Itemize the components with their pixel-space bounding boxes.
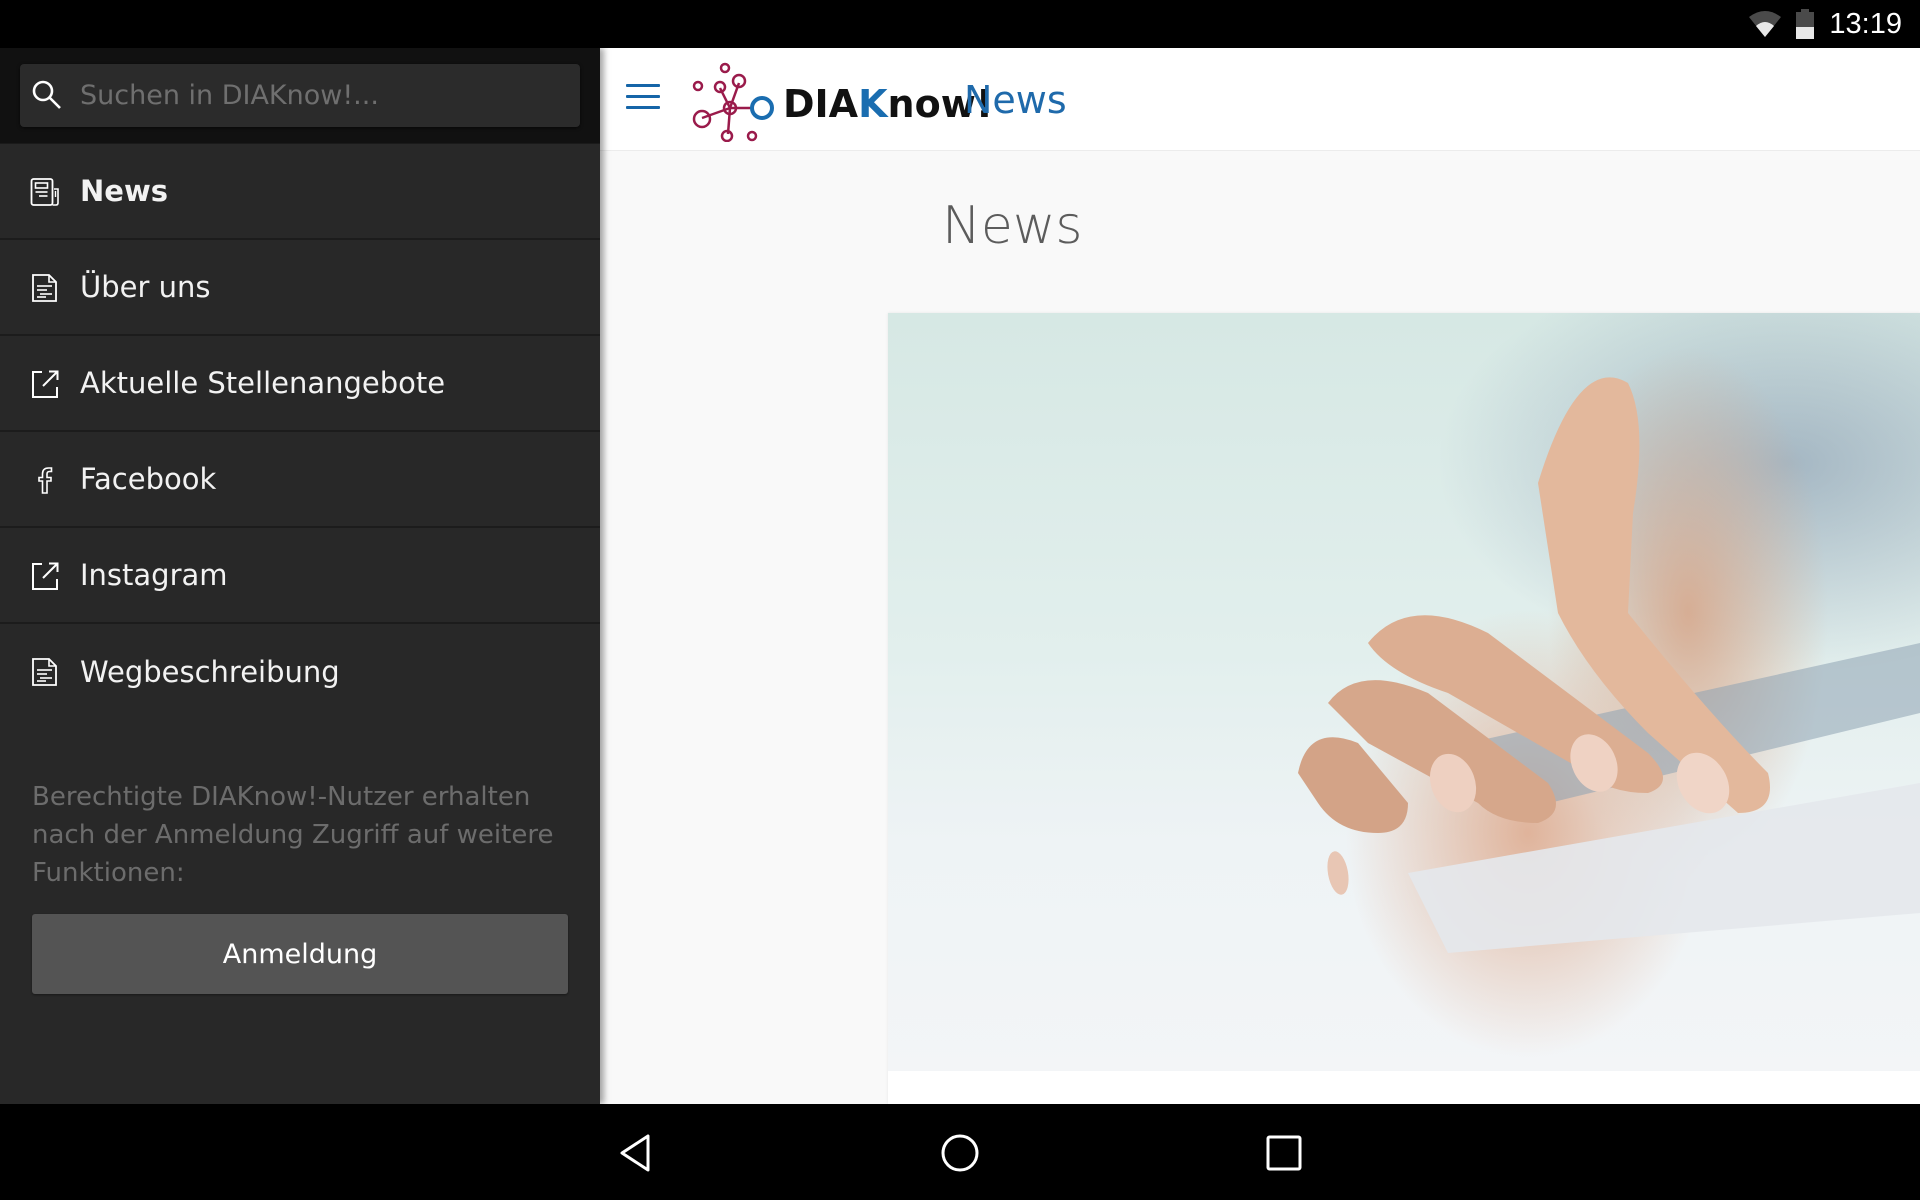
drawer-item-wegbeschreibung[interactable]: Wegbeschreibung	[0, 624, 600, 720]
document-icon	[32, 658, 57, 686]
page-title: News	[942, 196, 1083, 256]
drawer-item-label: Facebook	[80, 462, 217, 496]
search-box[interactable]	[20, 64, 580, 127]
drawer-item-news[interactable]: News	[0, 144, 600, 240]
battery-icon	[1795, 9, 1815, 39]
recents-button[interactable]	[1263, 1132, 1305, 1174]
main-content: DIAKnow! News News	[600, 48, 1920, 1104]
drawer-item-label: Über uns	[80, 270, 211, 304]
back-button[interactable]	[616, 1132, 658, 1174]
login-hint-text: Berechtigte DIAKnow!-Nutzer erhalten nac…	[32, 782, 554, 888]
drawer-item-instagram[interactable]: Instagram	[0, 528, 600, 624]
app-bar-title: News	[964, 78, 1067, 122]
menu-button[interactable]	[626, 84, 660, 114]
drawer-item-label: Aktuelle Stellenangebote	[80, 366, 446, 400]
system-navigation-bar	[0, 1104, 1920, 1200]
news-hero-image[interactable]	[888, 313, 1920, 1071]
status-bar: 13:19	[0, 0, 1920, 48]
drawer-item-facebook[interactable]: Facebook	[0, 432, 600, 528]
home-button[interactable]	[939, 1132, 981, 1174]
hamburger-icon-line	[626, 106, 660, 109]
brand-k: K	[858, 82, 888, 126]
search-input[interactable]	[20, 64, 580, 127]
external-link-icon	[32, 370, 59, 398]
drawer-item-label: Instagram	[80, 558, 228, 592]
newspaper-icon	[30, 178, 59, 206]
news-card[interactable]	[888, 313, 1920, 1104]
search-icon	[32, 80, 61, 109]
brand-prefix: DIA	[783, 82, 859, 126]
document-icon	[32, 274, 57, 302]
external-link-icon	[32, 562, 59, 590]
hamburger-icon-line	[626, 95, 660, 98]
facebook-icon	[38, 467, 53, 494]
drawer-menu: News Über uns Aktuelle Stellenangebote F…	[0, 144, 600, 720]
logo-icon	[692, 62, 774, 142]
app-bar: DIAKnow! News	[600, 48, 1920, 151]
brand-name: DIAKnow!	[783, 82, 993, 126]
wifi-icon	[1749, 11, 1782, 37]
status-icons: 13:19	[1749, 0, 1902, 48]
search-area	[0, 48, 600, 144]
drawer-item-label: Wegbeschreibung	[80, 655, 340, 689]
drawer-item-label: News	[80, 174, 168, 208]
hamburger-icon-line	[626, 84, 660, 87]
login-button[interactable]: Anmeldung	[32, 914, 568, 994]
drawer-item-ueber-uns[interactable]: Über uns	[0, 240, 600, 336]
status-time: 13:19	[1829, 7, 1902, 40]
hand-illustration	[1298, 377, 1920, 953]
drawer-item-stellenangebote[interactable]: Aktuelle Stellenangebote	[0, 336, 600, 432]
navigation-drawer: News Über uns Aktuelle Stellenangebote	[0, 48, 600, 1104]
